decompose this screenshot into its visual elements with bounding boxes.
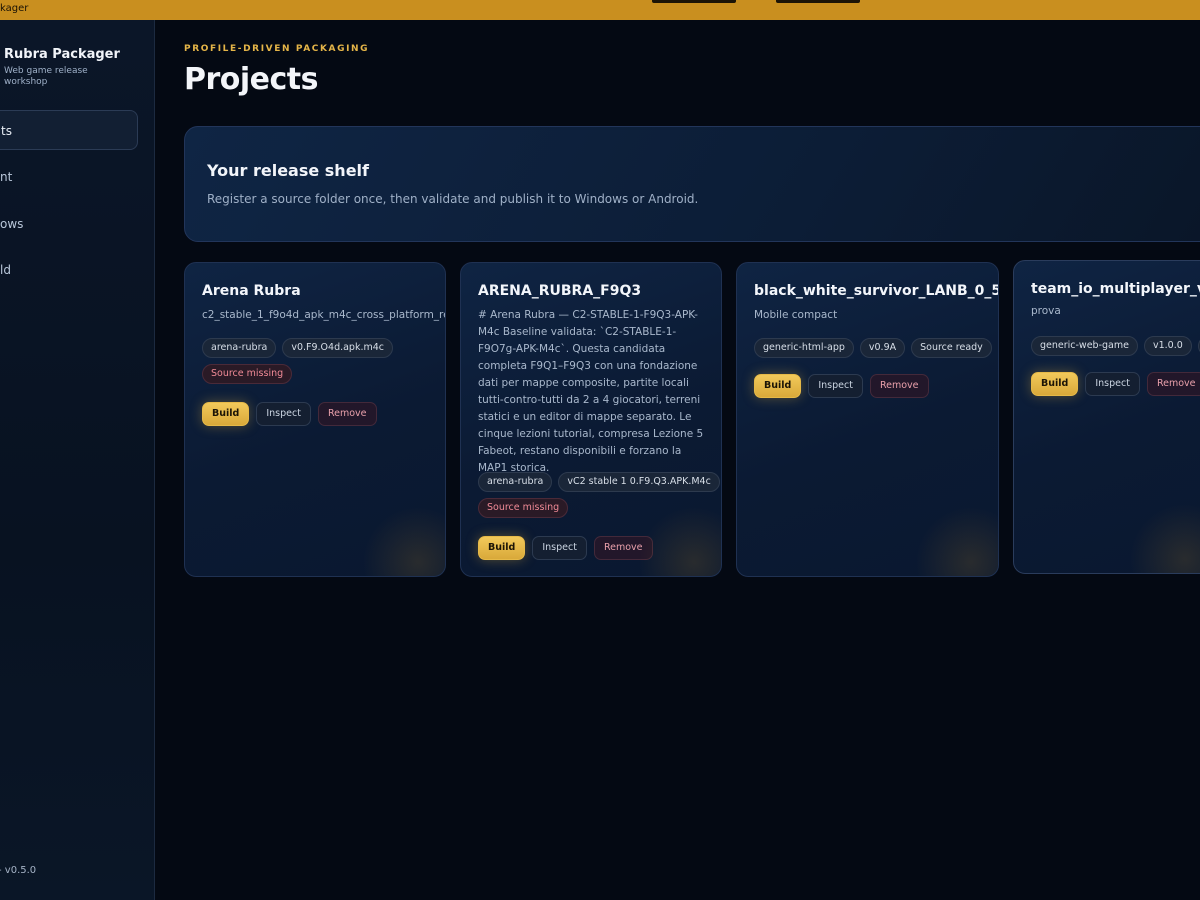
sidebar-item-label: ows bbox=[0, 217, 24, 231]
project-name: black_white_survivor_LANB_0_5B_ bbox=[754, 283, 999, 299]
project-tags: arena-rubra v0.F9.O4d.apk.m4c Source mis… bbox=[202, 338, 445, 384]
project-card-arena-rubra-f9q3: ARENA_RUBRA_F9Q3 # Arena Rubra — C2-STAB… bbox=[460, 262, 722, 577]
hero-title: Your release shelf bbox=[207, 161, 369, 180]
remove-button[interactable]: Remove bbox=[869, 374, 929, 398]
project-subtitle: c2_stable_1_f9o4d_apk_m4c_cross_platform… bbox=[202, 309, 446, 321]
release-shelf-banner: Your release shelf Register a source fol… bbox=[184, 126, 1200, 242]
sidebar-item-label: ld bbox=[0, 263, 11, 277]
project-card-black-white-survivor: black_white_survivor_LANB_0_5B_ Mobile c… bbox=[736, 262, 999, 577]
window-control-maximize[interactable] bbox=[776, 0, 860, 3]
status-badge: Source missing bbox=[478, 498, 569, 518]
profile-chip: arena-rubra bbox=[202, 338, 277, 358]
status-badge: Source ready bbox=[911, 338, 992, 358]
project-tags: generic-html-app v0.9A Source ready bbox=[754, 338, 998, 358]
status-badge: Source missing bbox=[202, 364, 293, 384]
build-button[interactable]: Build bbox=[478, 536, 526, 560]
hero-description: Register a source folder once, then vali… bbox=[207, 192, 699, 206]
version-chip: vC2 stable 1 0.F9.Q3.APK.M4c bbox=[558, 472, 720, 492]
sidebar-item-3[interactable]: ows bbox=[0, 204, 138, 244]
project-subtitle: Mobile compact bbox=[754, 309, 838, 321]
remove-button[interactable]: Remove bbox=[593, 536, 653, 560]
remove-button[interactable]: Remove bbox=[317, 402, 377, 426]
project-subtitle: prova bbox=[1031, 305, 1061, 317]
project-card-arena-rubra: Arena Rubra c2_stable_1_f9o4d_apk_m4c_cr… bbox=[184, 262, 446, 577]
project-tags: generic-web-game v1.0.0 Sc bbox=[1031, 336, 1200, 356]
window-titlebar: kager bbox=[0, 0, 1200, 20]
inspect-button[interactable]: Inspect bbox=[256, 402, 311, 426]
inspect-button[interactable]: Inspect bbox=[808, 374, 863, 398]
window-title: kager bbox=[0, 3, 29, 14]
sidebar-item-projects[interactable]: ts bbox=[0, 110, 138, 150]
profile-chip: generic-web-game bbox=[1031, 336, 1138, 356]
page-title: Projects bbox=[184, 62, 319, 97]
sidebar-item-label: nt bbox=[0, 170, 13, 184]
project-name: team_io_multiplayer_v2 bbox=[1031, 281, 1200, 297]
project-name: ARENA_RUBRA_F9Q3 bbox=[478, 283, 642, 299]
sidebar-item-4[interactable]: ld bbox=[0, 250, 138, 290]
sidebar-item-label: ts bbox=[1, 124, 12, 138]
profile-chip: arena-rubra bbox=[478, 472, 553, 492]
sidebar: Rubra Packager Web game release workshop… bbox=[0, 20, 155, 900]
version-chip: v0.9A bbox=[859, 338, 906, 358]
inspect-button[interactable]: Inspect bbox=[1085, 372, 1140, 396]
build-button[interactable]: Build bbox=[202, 402, 250, 426]
brand-subtitle: Web game release workshop bbox=[4, 66, 88, 87]
sidebar-item-2[interactable]: nt bbox=[0, 157, 138, 197]
project-actions: Build Inspect Remove bbox=[754, 374, 929, 398]
version-chip: v1.0.0 bbox=[1143, 336, 1192, 356]
build-button[interactable]: Build bbox=[754, 374, 802, 398]
window-control-minimize[interactable] bbox=[652, 0, 736, 3]
build-button[interactable]: Build bbox=[1031, 372, 1079, 396]
project-description: # Arena Rubra — C2-STABLE-1-F9Q3-APK-M4c… bbox=[478, 309, 704, 474]
project-actions: Build Inspect Remove bbox=[202, 402, 377, 426]
project-name: Arena Rubra bbox=[202, 283, 301, 299]
project-tags: arena-rubra vC2 stable 1 0.F9.Q3.APK.M4c… bbox=[478, 472, 721, 518]
brand-title: Rubra Packager bbox=[4, 47, 120, 62]
project-actions: Build Inspect Remove bbox=[1031, 372, 1200, 396]
page-eyebrow: PROFILE-DRIVEN PACKAGING bbox=[184, 44, 370, 54]
app-version: - v0.5.0 bbox=[0, 865, 37, 876]
main-content: PROFILE-DRIVEN PACKAGING Projects Your r… bbox=[155, 20, 1200, 900]
version-chip: v0.F9.O4d.apk.m4c bbox=[282, 338, 394, 358]
project-actions: Build Inspect Remove bbox=[478, 536, 653, 560]
project-card-team-io-multiplayer: team_io_multiplayer_v2 prova generic-web… bbox=[1013, 260, 1200, 574]
remove-button[interactable]: Remove bbox=[1146, 372, 1200, 396]
inspect-button[interactable]: Inspect bbox=[532, 536, 587, 560]
profile-chip: generic-html-app bbox=[754, 338, 854, 358]
